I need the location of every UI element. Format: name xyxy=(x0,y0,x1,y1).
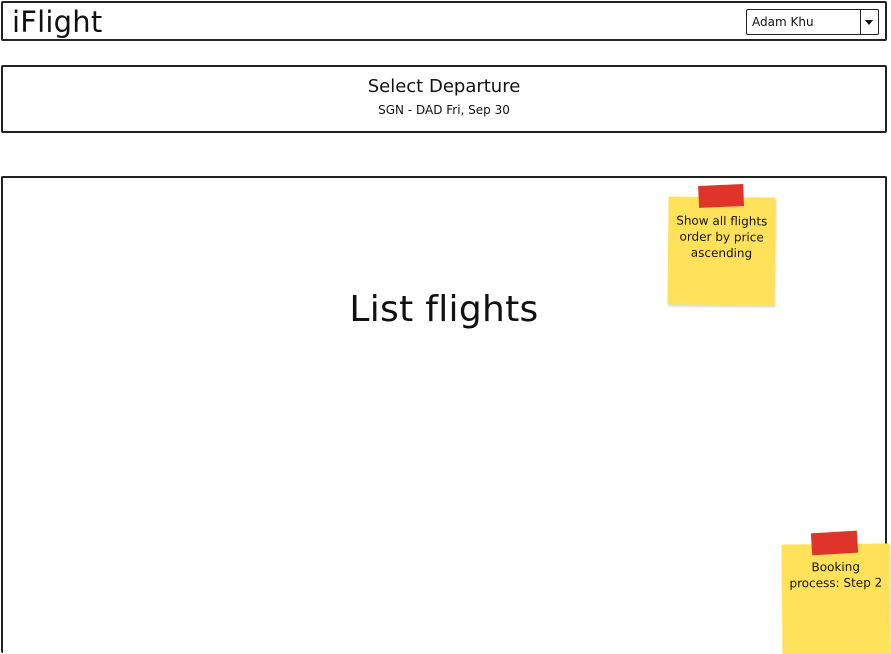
page: iFlight Adam Khu Select Departure SGN - … xyxy=(0,0,891,654)
tape-icon xyxy=(698,184,745,208)
chevron-down-icon[interactable] xyxy=(860,10,878,34)
user-select-value: Adam Khu xyxy=(752,15,814,29)
page-title: Select Departure xyxy=(367,76,521,97)
sticky-note-text: Show all flights order by price ascendin… xyxy=(676,213,768,261)
tape-icon xyxy=(810,530,859,556)
user-select-dropdown[interactable]: Adam Khu xyxy=(746,9,879,35)
sticky-note-text: Booking process: Step 2 xyxy=(789,559,883,591)
app-title: iFlight xyxy=(12,5,103,39)
sticky-note-step: Booking process: Step 2 xyxy=(781,530,891,654)
departure-header: Select Departure SGN - DAD Fri, Sep 30 xyxy=(1,65,887,133)
route-date-label: SGN - DAD Fri, Sep 30 xyxy=(378,103,510,117)
header-bar: iFlight Adam Khu xyxy=(1,1,887,41)
sticky-note-sort: Show all flights order by price ascendin… xyxy=(667,184,776,306)
